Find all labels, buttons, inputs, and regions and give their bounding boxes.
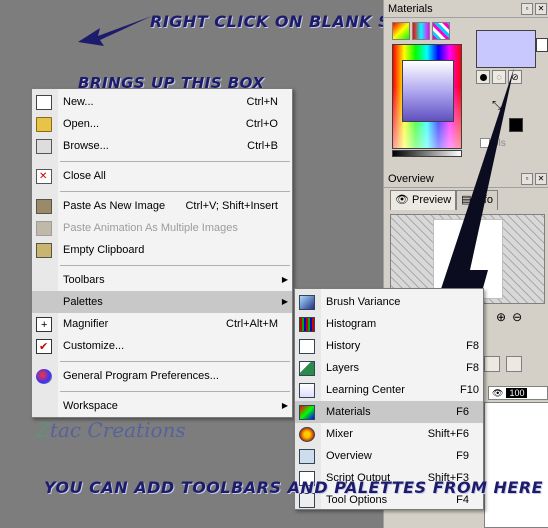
pin-icon[interactable]: ▫ — [521, 3, 533, 15]
menu-item-shortcut: F8 — [466, 362, 479, 374]
pin-icon[interactable]: ▫ — [521, 173, 533, 185]
annotation-bottom: YOU CAN ADD TOOLBARS AND PALETTES FROM H… — [44, 478, 544, 497]
menu-item-shortcut: Ctrl+B — [247, 140, 278, 152]
menu-item-label: History — [326, 340, 361, 352]
history-icon — [299, 339, 315, 354]
menu-item-label: Histogram — [326, 318, 377, 330]
menu-item-shortcut: Ctrl+Alt+M — [226, 318, 278, 330]
menu-item-shortcut: Ctrl+O — [245, 118, 278, 130]
menu-item-label: Paste As New Image — [63, 200, 166, 212]
submenu-arrow-icon: ▶ — [281, 401, 288, 410]
menu-item-label: Palettes — [63, 296, 103, 308]
materials-title: Materials — [388, 3, 433, 15]
histogram-icon — [299, 317, 315, 332]
menu-item-shortcut: Ctrl+N — [246, 96, 278, 108]
menu-item-label: Close All — [63, 170, 106, 182]
rainbow-tab-icon[interactable] — [412, 22, 430, 40]
submenu-item-learning-center[interactable]: Learning Center F10 — [295, 379, 483, 401]
submenu-item-brush-variance[interactable]: Brush Variance — [295, 291, 483, 313]
paste-animation-icon — [36, 221, 52, 236]
menu-item-shortcut: F8 — [466, 340, 479, 352]
open-folder-icon — [36, 117, 52, 132]
menu-item-label: Workspace — [63, 400, 118, 412]
submenu-item-history[interactable]: History F8 — [295, 335, 483, 357]
menu-item-empty-clipboard[interactable]: Empty Clipboard — [32, 239, 292, 261]
mixer-icon — [299, 427, 315, 442]
watermark: Ztac Creations — [36, 418, 186, 442]
customize-icon — [36, 336, 52, 358]
overview-icon — [299, 449, 315, 464]
menu-item-magnifier[interactable]: Magnifier Ctrl+Alt+M — [32, 313, 292, 336]
materials-title-bar: Materials ▫ ✕ — [384, 0, 548, 18]
menu-item-label: New... — [63, 96, 94, 108]
magnifier-icon — [36, 314, 52, 336]
preferences-icon — [36, 369, 52, 384]
menu-item-label: Layers — [326, 362, 360, 374]
menu-item-customize[interactable]: Customize... — [32, 335, 292, 358]
swatches-tab-icon[interactable] — [432, 22, 450, 40]
menu-item-preferences[interactable]: General Program Preferences... — [32, 365, 292, 387]
submenu-item-histogram[interactable]: Histogram — [295, 313, 483, 335]
submenu-item-overview[interactable]: Overview F9 — [295, 445, 483, 467]
menu-item-label: Mixer — [326, 428, 353, 440]
menu-item-shortcut: Shift+F6 — [427, 428, 469, 440]
menu-item-label: Toolbars — [63, 274, 105, 286]
menu-item-label: General Program Preferences... — [63, 370, 219, 382]
browse-icon — [36, 139, 52, 154]
menu-item-label: Paste Animation As Multiple Images — [63, 222, 238, 234]
pointer-arrow-icon — [78, 16, 152, 46]
submenu-item-layers[interactable]: Layers F8 — [295, 357, 483, 379]
menu-item-label: Open... — [63, 118, 100, 130]
menu-item-shortcut: F9 — [456, 450, 469, 462]
clipboard-icon — [36, 243, 52, 258]
context-menu: New... Ctrl+N Open... Ctrl+O Browse... C… — [31, 88, 293, 418]
close-icon[interactable]: ✕ — [535, 3, 547, 15]
menu-item-label: Customize... — [63, 340, 125, 352]
menu-item-browse[interactable]: Browse... Ctrl+B — [32, 135, 292, 157]
materials-icon — [299, 405, 315, 420]
paste-icon — [36, 199, 52, 214]
background-swatch[interactable] — [536, 38, 548, 52]
menu-item-label: Browse... — [63, 140, 109, 152]
menu-item-label: Learning Center — [326, 384, 405, 396]
menu-item-label: Magnifier — [63, 318, 109, 330]
menu-item-open[interactable]: Open... Ctrl+O — [32, 113, 292, 135]
menu-item-palettes[interactable]: Palettes ▶ — [32, 291, 292, 313]
menu-item-label: Materials — [326, 406, 371, 418]
menu-item-shortcut: F6 — [456, 406, 469, 418]
palettes-submenu: Brush Variance Histogram History F8 Laye… — [294, 288, 484, 510]
menu-item-label: Overview — [326, 450, 372, 462]
submenu-arrow-icon: ▶ — [281, 275, 288, 284]
menu-item-label: Brush Variance — [326, 296, 401, 308]
menu-item-toolbars[interactable]: Toolbars ▶ — [32, 269, 292, 291]
layers-icon — [299, 361, 315, 376]
close-icon[interactable]: ✕ — [535, 173, 547, 185]
menu-item-workspace[interactable]: Workspace ▶ — [32, 395, 292, 417]
menu-item-new[interactable]: New... Ctrl+N — [32, 91, 292, 113]
submenu-arrow-icon: ▶ — [281, 297, 288, 306]
submenu-item-mixer[interactable]: Mixer Shift+F6 — [295, 423, 483, 445]
brush-variance-icon — [299, 295, 315, 310]
close-all-icon — [36, 166, 52, 188]
menu-item-label: Empty Clipboard — [63, 244, 145, 256]
frame-tab-icon[interactable] — [392, 22, 410, 40]
menu-item-shortcut: F10 — [460, 384, 479, 396]
menu-item-paste-as-new-image[interactable]: Paste As New Image Ctrl+V; Shift+Insert — [32, 195, 292, 217]
menu-item-shortcut: Ctrl+V; Shift+Insert — [185, 200, 278, 212]
menu-item-paste-animation: Paste Animation As Multiple Images — [32, 217, 292, 239]
learning-center-icon — [299, 383, 315, 398]
submenu-item-materials[interactable]: Materials F6 — [295, 401, 483, 423]
menu-item-close-all[interactable]: Close All — [32, 165, 292, 188]
new-document-icon — [36, 95, 52, 110]
